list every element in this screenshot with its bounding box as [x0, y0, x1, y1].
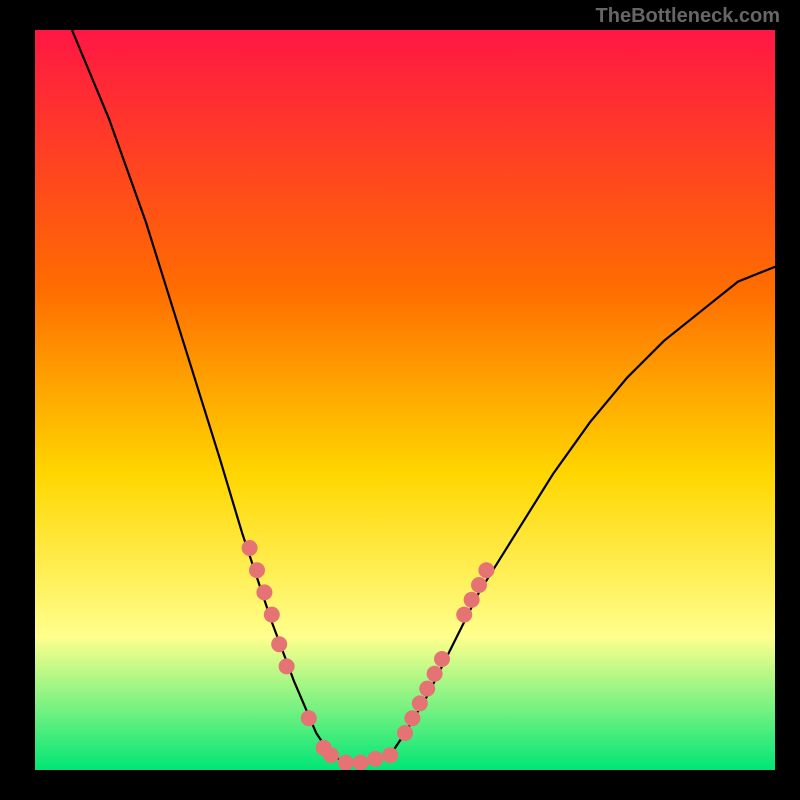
- data-marker: [249, 562, 265, 578]
- data-marker: [271, 636, 287, 652]
- chart-plot-area: [35, 30, 775, 770]
- data-marker: [301, 710, 317, 726]
- data-marker: [382, 747, 398, 763]
- data-marker: [256, 584, 272, 600]
- data-marker: [456, 607, 472, 623]
- data-marker: [434, 651, 450, 667]
- data-marker: [397, 725, 413, 741]
- data-marker: [412, 695, 428, 711]
- data-marker: [353, 755, 369, 770]
- watermark-text: TheBottleneck.com: [596, 5, 780, 28]
- data-marker: [419, 681, 435, 697]
- data-marker: [323, 747, 339, 763]
- data-marker: [367, 751, 383, 767]
- bottleneck-chart: [35, 30, 775, 770]
- data-marker: [404, 710, 420, 726]
- data-marker: [338, 755, 354, 770]
- gradient-background: [35, 30, 775, 770]
- data-marker: [427, 666, 443, 682]
- data-marker: [464, 592, 480, 608]
- data-marker: [471, 577, 487, 593]
- data-marker: [264, 607, 280, 623]
- data-marker: [242, 540, 258, 556]
- data-marker: [478, 562, 494, 578]
- data-marker: [279, 658, 295, 674]
